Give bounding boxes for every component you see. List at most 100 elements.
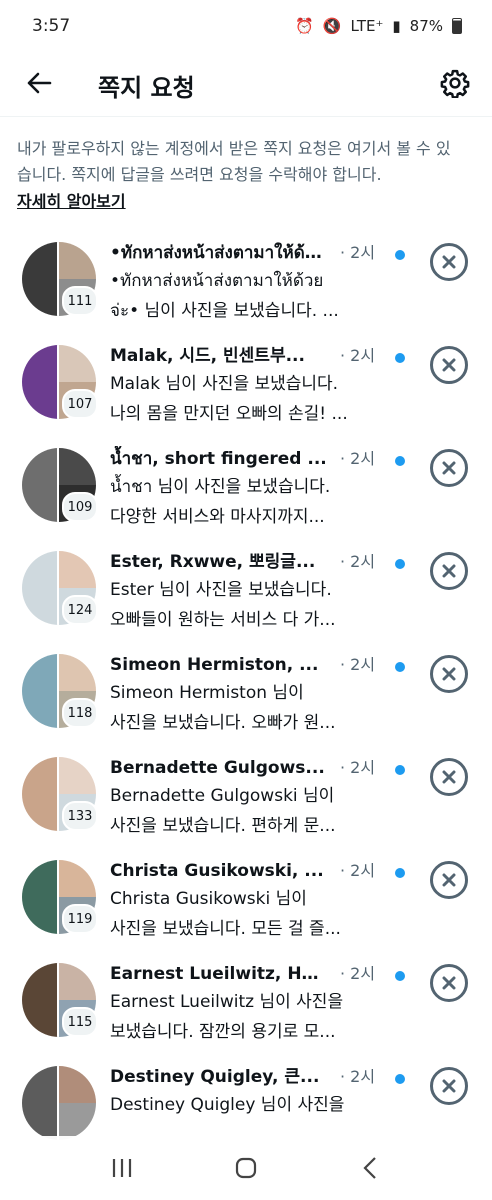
request-row[interactable]: 124 Ester, Rxwwe, 뽀링글... · 2시 Ester 님이 사…	[0, 549, 492, 652]
unread-indicator	[395, 456, 405, 466]
dismiss-request-button[interactable]	[430, 861, 468, 899]
request-row[interactable]: 119 Christa Gusikowski, ... · 2시 Christa…	[0, 858, 492, 961]
participant-count-badge: 133	[62, 801, 98, 831]
participant-count-badge: 107	[62, 389, 98, 419]
message-preview: น้ำชา 님이 사진을 보냈습니다.	[110, 477, 331, 497]
request-list: 111 •ทักหาส่งหน้าส่งตามาให้ด้วย จ่ะ•, ..…	[0, 240, 492, 1167]
message-preview: Christa Gusikowski 님이	[110, 889, 307, 909]
status-icons: ⏰ 🔇 LTE⁺ ▮ 87%	[295, 17, 462, 35]
recent-apps-button[interactable]	[97, 1148, 147, 1188]
participant-count-badge: 115	[62, 1007, 98, 1037]
timestamp: · 2시	[340, 861, 376, 880]
alarm-icon: ⏰	[295, 17, 314, 35]
close-icon	[442, 873, 456, 887]
dismiss-request-button[interactable]	[430, 1067, 468, 1105]
conversation-name: Christa Gusikowski, ...	[110, 861, 324, 881]
network-label: LTE⁺	[350, 17, 384, 35]
dismiss-request-button[interactable]	[430, 758, 468, 796]
close-icon	[442, 976, 456, 990]
unread-indicator	[395, 559, 405, 569]
conversation-name: Malak, 시드, 빈센트부...	[110, 346, 305, 366]
dismiss-request-button[interactable]	[430, 346, 468, 384]
chevron-left-icon	[363, 1157, 376, 1179]
timestamp: · 2시	[340, 243, 376, 262]
participant-count-badge: 124	[62, 595, 98, 625]
conversation-name: •ทักหาส่งหน้าส่งตามาให้ด้วย จ่ะ•, ...	[110, 243, 330, 263]
unread-indicator	[395, 662, 405, 672]
dismiss-request-button[interactable]	[430, 243, 468, 281]
request-row[interactable]: 111 •ทักหาส่งหน้าส่งตามาให้ด้วย จ่ะ•, ..…	[0, 240, 492, 343]
message-preview: Destiney Quigley 님이 사진을	[110, 1095, 345, 1115]
avatar	[22, 654, 59, 728]
request-row[interactable]: 133 Bernadette Gulgows... · 2시 Bernadett…	[0, 755, 492, 858]
conversation-name: น้ำชา, short fingered ...	[110, 449, 327, 469]
message-preview: 사진을 보냈습니다. 오빠가 원...	[110, 713, 336, 733]
settings-button[interactable]	[436, 64, 474, 102]
request-row[interactable]: 109 น้ำชา, short fingered ... · 2시 น้ำชา…	[0, 446, 492, 549]
message-preview: 오빠들이 원하는 서비스 다 가...	[110, 610, 336, 630]
unread-indicator	[395, 868, 405, 878]
message-preview: •ทักหาส่งหน้าส่งตามาให้ด้วย	[110, 271, 324, 291]
conversation-name: Earnest Lueilwitz, Ho...	[110, 964, 330, 984]
dismiss-request-button[interactable]	[430, 552, 468, 590]
message-preview: 나의 몸을 만지던 오빠의 손길! ...	[110, 404, 348, 424]
participant-count-badge: 109	[62, 492, 98, 522]
avatar	[22, 345, 59, 419]
unread-indicator	[395, 250, 405, 260]
message-preview: Bernadette Gulgowski 님이	[110, 786, 335, 806]
avatar	[22, 448, 59, 522]
battery-icon	[452, 18, 462, 34]
close-icon	[442, 461, 456, 475]
page-title: 쪽지 요청	[98, 74, 195, 102]
message-preview: 보냈습니다. 잠깐의 용기로 모...	[110, 1022, 336, 1042]
close-icon	[442, 770, 456, 784]
request-row[interactable]: 107 Malak, 시드, 빈센트부... · 2시 Malak 님이 사진을…	[0, 343, 492, 446]
message-preview: Simeon Hermiston 님이	[110, 683, 304, 703]
info-text: 내가 팔로우하지 않는 계정에서 받은 쪽지 요청은 여기서 볼 수 있습니다.…	[17, 139, 451, 184]
avatar	[22, 757, 59, 831]
gear-icon	[440, 69, 470, 98]
close-icon	[442, 1079, 456, 1093]
conversation-name: Bernadette Gulgows...	[110, 758, 325, 778]
message-preview: Ester 님이 사진을 보냈습니다.	[110, 580, 332, 600]
timestamp: · 2시	[340, 449, 376, 468]
request-row[interactable]: 118 Simeon Hermiston, ... · 2시 Simeon He…	[0, 652, 492, 755]
close-icon	[442, 358, 456, 372]
avatar	[59, 1066, 96, 1140]
dismiss-request-button[interactable]	[430, 449, 468, 487]
message-preview: จ่ะ• 님이 사진을 보냈습니다. ...	[110, 301, 339, 321]
system-nav-bar	[0, 1136, 492, 1200]
participant-count-badge: 119	[62, 904, 98, 934]
close-icon	[442, 564, 456, 578]
conversation-name: Destiney Quigley, 큰...	[110, 1067, 320, 1087]
timestamp: · 2시	[340, 552, 376, 571]
conversation-name: Simeon Hermiston, ...	[110, 655, 319, 675]
status-bar: 3:57 ⏰ 🔇 LTE⁺ ▮ 87%	[0, 0, 492, 52]
avatar	[22, 1066, 59, 1140]
avatar	[22, 963, 59, 1037]
timestamp: · 2시	[340, 655, 376, 674]
learn-more-link[interactable]: 자세히 알아보기	[17, 188, 126, 212]
back-nav-button[interactable]	[345, 1148, 395, 1188]
participant-count-badge: 111	[62, 286, 98, 316]
timestamp: · 2시	[340, 758, 376, 777]
message-preview: Earnest Lueilwitz 님이 사진을	[110, 992, 344, 1012]
back-button[interactable]	[22, 66, 56, 100]
message-preview: Malak 님이 사진을 보냈습니다.	[110, 374, 339, 394]
signal-icon: ▮	[392, 17, 401, 35]
request-row[interactable]: 115 Earnest Lueilwitz, Ho... · 2시 Earnes…	[0, 961, 492, 1064]
home-button[interactable]	[221, 1148, 271, 1188]
unread-indicator	[395, 1074, 405, 1084]
timestamp: · 2시	[340, 964, 376, 983]
message-preview: 다양한 서비스와 마사지까지...	[110, 507, 325, 527]
unread-indicator	[395, 765, 405, 775]
dismiss-request-button[interactable]	[430, 655, 468, 693]
message-preview: 사진을 보냈습니다. 모든 걸 즐...	[110, 919, 341, 939]
dismiss-request-button[interactable]	[430, 964, 468, 1002]
recent-apps-icon	[112, 1159, 132, 1177]
unread-indicator	[395, 971, 405, 981]
message-preview: 사진을 보냈습니다. 편하게 문...	[110, 816, 336, 836]
avatar	[22, 242, 59, 316]
status-time: 3:57	[32, 16, 71, 36]
close-icon	[442, 667, 456, 681]
